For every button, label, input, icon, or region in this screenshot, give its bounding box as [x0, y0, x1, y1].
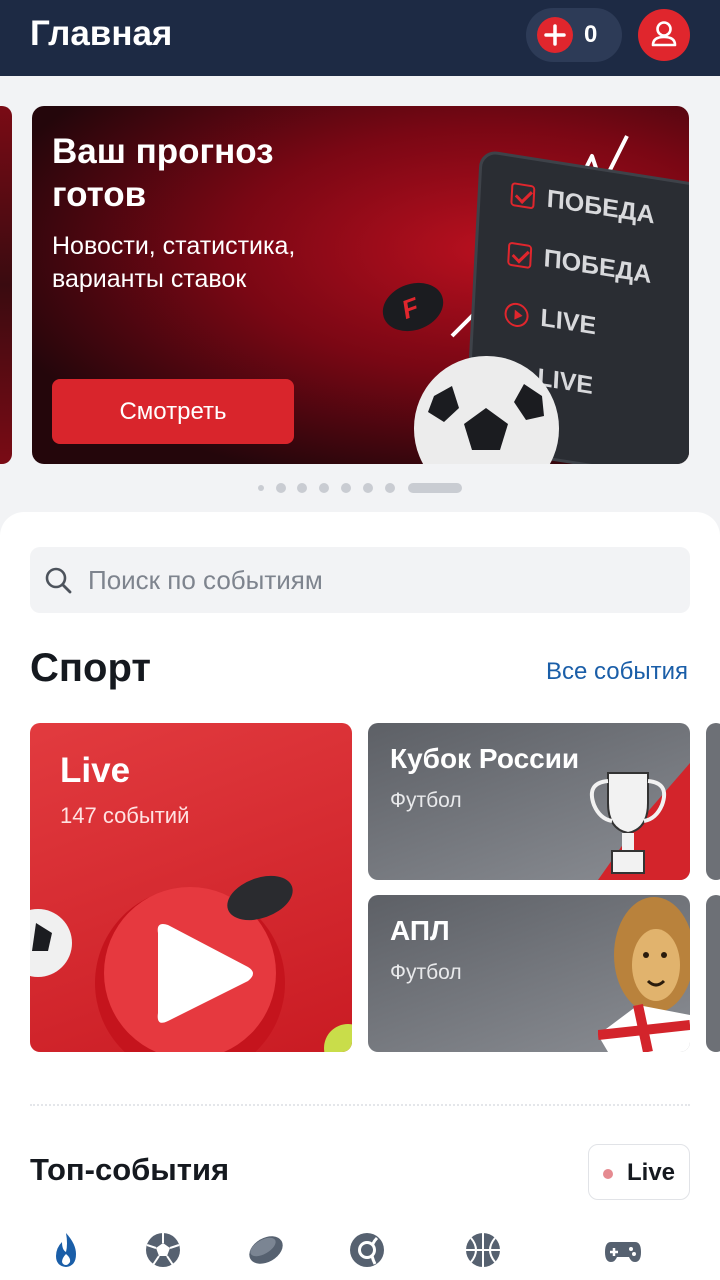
- pager-dot[interactable]: [363, 483, 373, 493]
- balance-count: 0: [584, 21, 598, 48]
- search-bar[interactable]: [30, 547, 690, 613]
- card-subtitle: Футбол: [390, 789, 462, 812]
- all-events-link[interactable]: Все события: [546, 658, 688, 686]
- next-card-peek[interactable]: [706, 895, 720, 1052]
- live-filter-label: Live: [627, 1159, 676, 1186]
- live-card[interactable]: Live 147 событий: [30, 723, 352, 1052]
- play-icon: [503, 301, 530, 330]
- checkbox-icon: [507, 241, 533, 270]
- sport-section-title: Спорт: [30, 646, 151, 690]
- plus-icon[interactable]: [537, 17, 573, 53]
- balance-pill[interactable]: 0: [526, 8, 622, 62]
- profile-button[interactable]: [638, 9, 690, 61]
- card-title: АПЛ: [390, 915, 450, 946]
- promo-carousel[interactable]: Ваш прогноз готов Новости, статистика, в…: [0, 76, 720, 536]
- pager-dot-active[interactable]: [408, 483, 462, 493]
- carousel-pager: [0, 480, 720, 494]
- live-card-title: Live: [60, 751, 131, 790]
- search-icon: [45, 567, 72, 594]
- divider: [30, 1104, 690, 1106]
- user-icon: [651, 21, 677, 47]
- fire-icon[interactable]: [46, 1230, 86, 1270]
- pager-dot[interactable]: [297, 483, 307, 493]
- banner-subtitle: Новости, статистика, варианты ставок: [52, 232, 296, 293]
- promo-banner[interactable]: Ваш прогноз готов Новости, статистика, в…: [32, 106, 689, 464]
- pager-dot[interactable]: [276, 483, 286, 493]
- previous-banner-peek[interactable]: [0, 106, 12, 464]
- play-button-illustration: [30, 875, 352, 1052]
- live-filter-button[interactable]: Live: [588, 1144, 690, 1200]
- lion-icon: [598, 897, 690, 1052]
- pager-dot[interactable]: [385, 483, 395, 493]
- puck-logo-icon: F: [376, 274, 450, 340]
- russian-cup-card[interactable]: Кубок России Футбол: [368, 723, 690, 880]
- live-dot-icon: [603, 1169, 613, 1179]
- gamepad-icon[interactable]: [603, 1230, 643, 1270]
- apl-card[interactable]: АПЛ Футбол: [368, 895, 690, 1052]
- tennis-icon[interactable]: [347, 1230, 387, 1270]
- sport-tabs: [0, 1224, 720, 1274]
- banner-title: Ваш прогноз готов: [52, 132, 274, 214]
- top-bar: Главная 0: [0, 0, 720, 76]
- content-sheet: Спорт Все события Live 147 событий Кубок…: [0, 512, 720, 1280]
- card-subtitle: Футбол: [390, 961, 462, 984]
- basketball-icon[interactable]: [463, 1230, 503, 1270]
- top-events-title: Топ-события: [30, 1152, 230, 1187]
- pager-dot[interactable]: [258, 485, 264, 491]
- search-input[interactable]: [88, 547, 678, 613]
- next-card-peek[interactable]: [706, 723, 720, 880]
- watch-button[interactable]: Смотреть: [52, 379, 294, 444]
- page-title: Главная: [30, 14, 173, 53]
- football-icon[interactable]: [143, 1230, 183, 1270]
- live-card-count: 147 событий: [60, 803, 190, 828]
- card-title: Кубок России: [390, 743, 580, 774]
- hockey-puck-icon[interactable]: [246, 1230, 286, 1270]
- pager-dot[interactable]: [319, 483, 329, 493]
- pager-dot[interactable]: [341, 483, 351, 493]
- checkbox-icon: [510, 182, 536, 210]
- trophy-icon: [589, 763, 690, 880]
